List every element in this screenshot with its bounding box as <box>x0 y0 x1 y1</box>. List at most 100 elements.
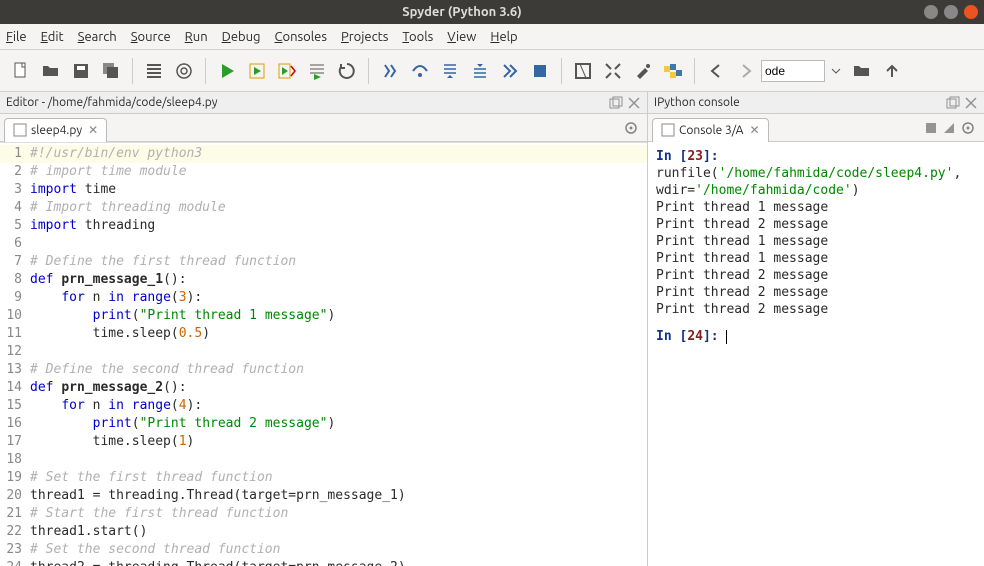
titlebar: Spyder (Python 3.6) <box>0 0 984 24</box>
code-content: # Set the second thread function <box>28 541 280 559</box>
menu-file[interactable]: File <box>6 30 27 44</box>
line-number: 1 <box>0 145 28 163</box>
forward-icon[interactable] <box>733 58 759 84</box>
save-all-icon[interactable] <box>98 58 124 84</box>
tab-close-icon[interactable]: ✕ <box>88 123 98 137</box>
cursor-icon <box>726 330 727 344</box>
run-icon[interactable] <box>214 58 240 84</box>
run-cell-icon[interactable] <box>244 58 270 84</box>
code-line[interactable]: 11 time.sleep(0.5) <box>0 325 647 343</box>
code-line[interactable]: 3import time <box>0 181 647 199</box>
code-line[interactable]: 23# Set the second thread function <box>0 541 647 559</box>
code-line[interactable]: 9 for n in range(3): <box>0 289 647 307</box>
pane-restore-icon[interactable] <box>609 96 623 110</box>
code-content: import threading <box>28 217 155 235</box>
console-pane: IPython console Console 3/A ✕ In [23]: r… <box>648 92 984 566</box>
console-output-line: Print thread 1 message <box>656 233 976 250</box>
debug-icon[interactable] <box>377 58 403 84</box>
code-line[interactable]: 16 print("Print thread 2 message") <box>0 415 647 433</box>
working-dir-input[interactable] <box>761 60 825 82</box>
step-in-icon[interactable] <box>437 58 463 84</box>
run-selection-icon[interactable] <box>304 58 330 84</box>
open-folder-icon[interactable] <box>38 58 64 84</box>
menu-view[interactable]: View <box>447 30 476 44</box>
menu-debug[interactable]: Debug <box>222 30 261 44</box>
step-over-icon[interactable] <box>407 58 433 84</box>
code-content: # Start the first thread function <box>28 505 288 523</box>
menu-consoles[interactable]: Consoles <box>275 30 327 44</box>
code-line[interactable]: 19# Set the first thread function <box>0 469 647 487</box>
editor-options-icon[interactable] <box>623 120 639 136</box>
code-line[interactable]: 18 <box>0 451 647 469</box>
run-cell-advance-icon[interactable] <box>274 58 300 84</box>
line-number: 17 <box>0 433 28 451</box>
code-line[interactable]: 5import threading <box>0 217 647 235</box>
code-line[interactable]: 21# Start the first thread function <box>0 505 647 523</box>
code-content: # Define the second thread function <box>28 361 304 379</box>
code-line[interactable]: 1#!/usr/bin/env python3 <box>0 145 647 163</box>
menu-help[interactable]: Help <box>490 30 517 44</box>
code-line[interactable]: 22thread1.start() <box>0 523 647 541</box>
code-line[interactable]: 24thread2 = threading.Thread(target=prn_… <box>0 559 647 566</box>
menu-run[interactable]: Run <box>185 30 208 44</box>
tab-close-icon[interactable]: ✕ <box>749 123 759 137</box>
code-line[interactable]: 10 print("Print thread 1 message") <box>0 307 647 325</box>
console-prompt[interactable]: In [24]: <box>656 328 976 345</box>
menu-edit[interactable]: Edit <box>41 30 64 44</box>
continue-icon[interactable] <box>497 58 523 84</box>
code-line[interactable]: 6 <box>0 235 647 253</box>
code-line[interactable]: 20thread1 = threading.Thread(target=prn_… <box>0 487 647 505</box>
stop-debug-icon[interactable] <box>527 58 553 84</box>
code-line[interactable]: 17 time.sleep(1) <box>0 433 647 451</box>
menu-tools[interactable]: Tools <box>402 30 433 44</box>
code-line[interactable]: 8def prn_message_1(): <box>0 271 647 289</box>
line-number: 12 <box>0 343 28 361</box>
close-icon[interactable] <box>964 5 978 19</box>
pythonpath-icon[interactable] <box>660 58 686 84</box>
code-editor[interactable]: 1#!/usr/bin/env python32# import time mo… <box>0 142 647 566</box>
editor-pane: Editor - /home/fahmida/code/sleep4.py sl… <box>0 92 648 566</box>
console-tab[interactable]: Console 3/A ✕ <box>652 118 769 142</box>
console-tabrow: Console 3/A ✕ <box>648 114 984 142</box>
pane-close-icon[interactable] <box>627 96 641 110</box>
save-icon[interactable] <box>68 58 94 84</box>
code-line[interactable]: 7# Define the first thread function <box>0 253 647 271</box>
menu-search[interactable]: Search <box>78 30 117 44</box>
ipython-console[interactable]: In [23]: runfile('/home/fahmida/code/sle… <box>648 142 984 566</box>
path-dropdown-icon[interactable] <box>827 58 845 84</box>
menu-projects[interactable]: Projects <box>341 30 388 44</box>
maximize-pane-icon[interactable] <box>570 58 596 84</box>
new-file-icon[interactable] <box>8 58 34 84</box>
code-line[interactable]: 12 <box>0 343 647 361</box>
code-line[interactable]: 15 for n in range(4): <box>0 397 647 415</box>
console-stop-icon[interactable] <box>924 121 938 135</box>
line-number: 5 <box>0 217 28 235</box>
parent-dir-icon[interactable] <box>879 58 905 84</box>
maximize-icon[interactable] <box>944 5 958 19</box>
preferences-icon[interactable] <box>630 58 656 84</box>
code-content: print("Print thread 2 message") <box>28 415 335 433</box>
console-clear-icon[interactable] <box>942 121 956 135</box>
code-content: # Import threading module <box>28 199 226 217</box>
code-content: # import time module <box>28 163 187 181</box>
pane-close-icon[interactable] <box>964 96 978 110</box>
code-line[interactable]: 14def prn_message_2(): <box>0 379 647 397</box>
console-header: IPython console <box>648 92 984 114</box>
console-options-icon[interactable] <box>960 120 976 136</box>
list-icon[interactable] <box>141 58 167 84</box>
code-line[interactable]: 2# import time module <box>0 163 647 181</box>
browse-folder-icon[interactable] <box>849 58 875 84</box>
minimize-icon[interactable] <box>924 5 938 19</box>
code-line[interactable]: 13# Define the second thread function <box>0 361 647 379</box>
line-number: 7 <box>0 253 28 271</box>
rerun-icon[interactable] <box>334 58 360 84</box>
pane-restore-icon[interactable] <box>946 96 960 110</box>
code-line[interactable]: 4# Import threading module <box>0 199 647 217</box>
fullscreen-icon[interactable] <box>600 58 626 84</box>
menu-source[interactable]: Source <box>131 30 171 44</box>
back-icon[interactable] <box>703 58 729 84</box>
editor-tab[interactable]: sleep4.py ✕ <box>4 118 107 142</box>
line-number: 4 <box>0 199 28 217</box>
step-out-icon[interactable] <box>467 58 493 84</box>
at-icon[interactable] <box>171 58 197 84</box>
